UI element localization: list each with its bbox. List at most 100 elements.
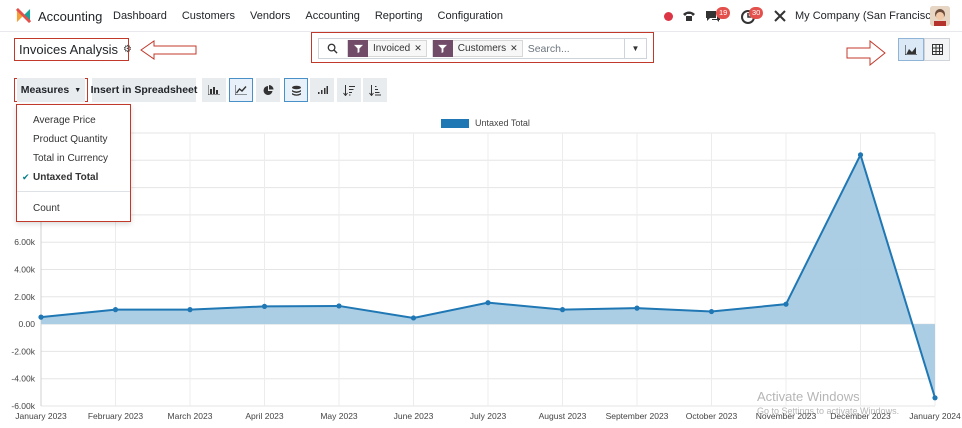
facet-invoiced[interactable]: Invoiced ✕ [347, 40, 427, 57]
menu-configuration[interactable]: Configuration [438, 10, 503, 22]
table-icon [931, 44, 943, 55]
menu-customers[interactable]: Customers [182, 10, 235, 22]
x-tick-label: March 2023 [168, 411, 213, 421]
measure-average-price[interactable]: Average Price [33, 115, 96, 126]
line-chart-button[interactable] [229, 78, 253, 102]
y-tick-label: 4.00k [14, 265, 36, 275]
search-panel-highlight: Invoiced ✕ Customers ✕ Search... ▼ [311, 32, 654, 63]
debug-tools-icon[interactable] [772, 8, 788, 24]
x-tick-label: January 2023 [15, 411, 67, 421]
recording-indicator-icon[interactable] [664, 12, 673, 21]
data-point [783, 301, 789, 307]
bar-chart-button[interactable] [202, 78, 226, 102]
menu-reporting[interactable]: Reporting [375, 10, 423, 22]
data-point [112, 307, 119, 313]
app-name[interactable]: Accounting [38, 9, 102, 24]
search-input[interactable]: Search... [528, 43, 570, 55]
data-point [336, 303, 342, 309]
y-tick-label: 6.00k [14, 237, 36, 247]
cumulative-button[interactable] [310, 78, 334, 102]
bar-chart-icon [208, 85, 220, 95]
caret-down-icon: ▼ [74, 86, 82, 94]
x-tick-label: June 2023 [394, 411, 434, 421]
data-point [485, 300, 491, 306]
measure-product-quantity[interactable]: Product Quantity [33, 134, 107, 145]
area-chart-icon [905, 44, 917, 55]
data-point [932, 395, 938, 401]
line-chart-icon [235, 85, 247, 95]
dropdown-divider [17, 191, 130, 192]
cumulative-icon [317, 86, 328, 94]
view-switcher [898, 38, 950, 61]
insert-in-spreadsheet-button[interactable]: Insert in Spreadsheet [91, 78, 197, 102]
y-tick-label: -6.00k [11, 401, 35, 411]
accounting-app-icon[interactable] [16, 8, 31, 23]
activation-watermark-text: Go to Settings to activate Windows. [757, 406, 900, 416]
facet-label: Customers [457, 43, 507, 54]
top-navbar: Accounting Dashboard Customers Vendors A… [0, 0, 962, 32]
stack-icon [291, 85, 301, 96]
data-point [38, 314, 44, 320]
x-tick-label: February 2023 [88, 411, 144, 421]
data-point [261, 303, 268, 309]
sort-descending-icon [343, 84, 355, 96]
measure-total-in-currency[interactable]: Total in Currency [33, 153, 108, 164]
pie-chart-icon [263, 84, 273, 95]
data-point [634, 305, 640, 311]
x-tick-label: May 2023 [320, 411, 358, 421]
x-tick-label: April 2023 [245, 411, 284, 421]
menu-vendors[interactable]: Vendors [250, 10, 290, 22]
company-switcher[interactable]: My Company (San Francisco) [795, 10, 941, 22]
main-menu: Dashboard Customers Vendors Accounting R… [113, 10, 518, 22]
page-title: Invoices Analysis [19, 42, 118, 57]
facet-customers[interactable]: Customers ✕ [431, 40, 523, 57]
data-point [708, 308, 715, 315]
x-tick-label: July 2023 [470, 411, 507, 421]
legend-swatch[interactable] [441, 119, 469, 128]
sort-descending-button[interactable] [337, 78, 361, 102]
remove-facet-icon[interactable]: ✕ [414, 43, 426, 54]
legend-label[interactable]: Untaxed Total [475, 118, 530, 128]
gear-icon[interactable]: ⚙ [123, 44, 132, 55]
pivot-view-button[interactable] [924, 38, 950, 61]
phone-icon[interactable] [681, 8, 697, 24]
arrow-left-annotation-icon [140, 40, 197, 60]
y-tick-label: 2.00k [14, 292, 36, 302]
data-point [857, 152, 864, 158]
measures-dropdown: Average Price Product Quantity Total in … [16, 104, 131, 222]
measures-button[interactable]: Measures ▼ [17, 78, 85, 102]
line-chart: 14121086.00k4.00k2.00k0.00-2.00k-4.00k-6… [11, 128, 961, 421]
user-avatar[interactable] [930, 6, 950, 26]
menu-accounting[interactable]: Accounting [305, 10, 359, 22]
x-tick-label: October 2023 [686, 411, 738, 421]
menu-dashboard[interactable]: Dashboard [113, 10, 167, 22]
measures-label: Measures [20, 84, 70, 96]
y-tick-label: 0.00 [18, 319, 35, 329]
y-tick-label: -2.00k [11, 346, 35, 356]
remove-facet-icon[interactable]: ✕ [510, 43, 522, 54]
data-point [559, 307, 566, 313]
facet-label: Invoiced [373, 43, 411, 54]
sort-ascending-icon [369, 84, 381, 96]
filter-icon [432, 40, 453, 57]
check-icon: ✔ [22, 172, 30, 182]
pie-chart-button[interactable] [256, 78, 280, 102]
activities-badge: 30 [749, 7, 764, 19]
filter-icon [348, 40, 368, 57]
messages-badge: 19 [716, 7, 731, 19]
measure-untaxed-total[interactable]: Untaxed Total [33, 172, 98, 183]
search-icon [327, 43, 338, 54]
graph-view-button[interactable] [898, 38, 924, 61]
sort-ascending-button[interactable] [363, 78, 387, 102]
activation-watermark-title: Activate Windows [757, 389, 860, 404]
x-tick-label: September 2023 [606, 411, 669, 421]
x-tick-label: August 2023 [539, 411, 587, 421]
x-tick-label: January 2024 [909, 411, 961, 421]
measure-count[interactable]: Count [33, 203, 60, 214]
search-bar[interactable]: Invoiced ✕ Customers ✕ Search... ▼ [318, 38, 647, 59]
search-options-toggle[interactable]: ▼ [624, 39, 646, 58]
arrow-right-annotation-icon [846, 40, 886, 66]
y-tick-label: -4.00k [11, 374, 35, 384]
stacked-button[interactable] [284, 78, 308, 102]
page-title-box: Invoices Analysis ⚙ [14, 38, 132, 61]
